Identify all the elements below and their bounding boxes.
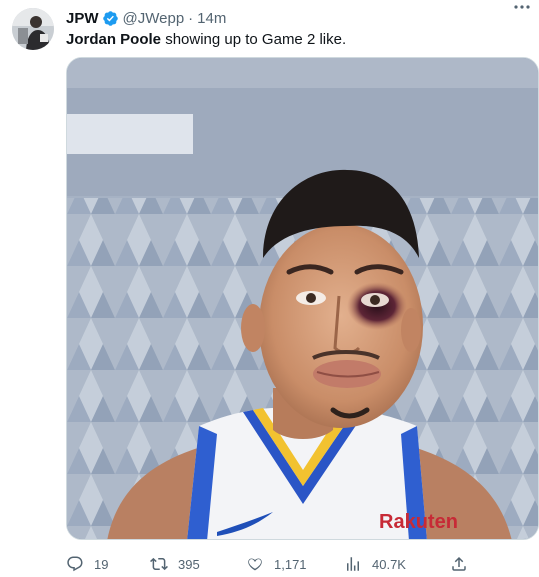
- retweet-icon: [150, 557, 168, 571]
- retweet-button[interactable]: 395: [150, 553, 200, 575]
- tweet-header: JPW @JWepp · 14m: [66, 8, 529, 28]
- like-count: 1,171: [274, 556, 307, 572]
- reply-button[interactable]: 19: [66, 553, 108, 575]
- tweet-text: Jordan Poole showing up to Game 2 like.: [66, 30, 527, 50]
- avatar-image: [12, 8, 54, 50]
- share-icon: [452, 556, 466, 571]
- tweet-text-rest: showing up to Game 2 like.: [161, 31, 347, 48]
- jersey-sponsor-text: Rakuten: [379, 511, 458, 533]
- display-name[interactable]: JPW: [66, 10, 99, 27]
- tweet-image[interactable]: Rakuten: [66, 57, 539, 540]
- reply-count: 19: [94, 556, 109, 572]
- more-icon[interactable]: [511, 2, 533, 20]
- player-render-image: Rakuten: [67, 58, 538, 539]
- tweet-text-bold: Jordan Poole: [66, 31, 162, 48]
- views-button[interactable]: 40.7K: [344, 553, 406, 575]
- share-button[interactable]: [450, 553, 478, 575]
- separator-dot: ·: [188, 9, 194, 27]
- avatar[interactable]: [12, 8, 54, 50]
- action-bar: 19 395 1,171 40.7K: [66, 553, 539, 575]
- handle[interactable]: @JWepp: [123, 10, 185, 27]
- reply-icon: [67, 556, 83, 572]
- like-button[interactable]: 1,171: [246, 553, 307, 575]
- timestamp[interactable]: 14m: [197, 10, 226, 27]
- tweet[interactable]: JPW @JWepp · 14m Jordan Poole showing up…: [0, 0, 539, 577]
- retweet-count: 395: [178, 556, 200, 572]
- verified-badge-icon: [102, 10, 119, 27]
- views-icon: [347, 557, 359, 571]
- like-icon: [248, 558, 262, 571]
- views-count: 40.7K: [372, 556, 406, 572]
